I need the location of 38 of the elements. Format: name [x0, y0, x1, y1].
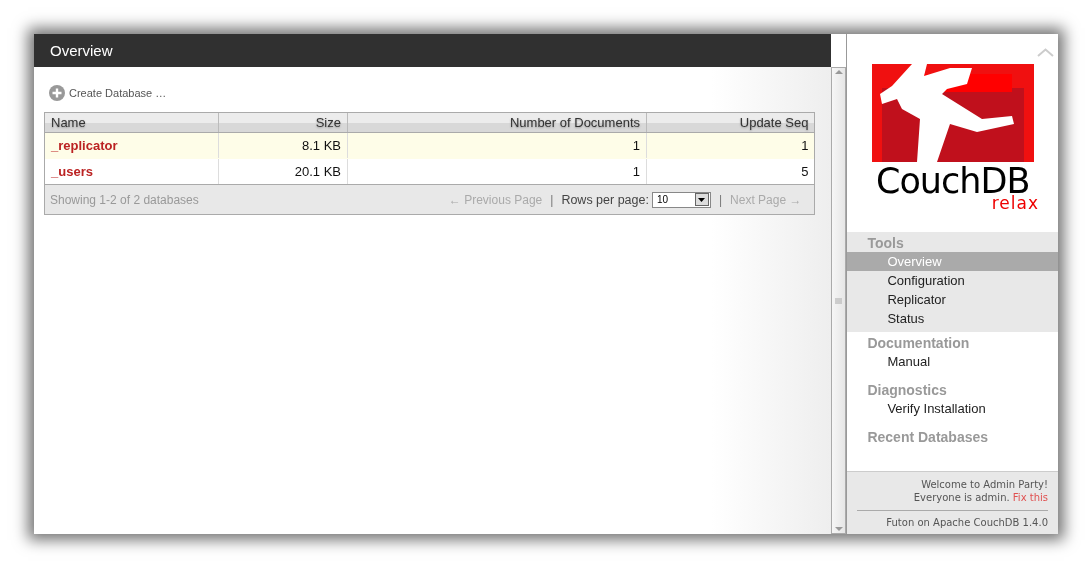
nav-item[interactable]: Status: [847, 309, 1058, 328]
table-cell: 1: [646, 133, 815, 158]
version-text: Futon on Apache CouchDB 1.4.0: [885, 516, 1048, 529]
section-title: Recent Databases: [866, 429, 990, 446]
page-title: Overview: [50, 42, 113, 59]
scrollbar[interactable]: [831, 67, 847, 534]
nav-item[interactable]: Manual: [847, 352, 1058, 371]
section-title: Documentation: [866, 335, 971, 352]
column-header[interactable]: Update Seq: [646, 113, 815, 132]
welcome-message: Welcome to Admin Party! Everyone is admin. Fix this: [912, 478, 1048, 504]
table-cell: 5: [646, 159, 815, 184]
separator-text: |: [550, 192, 554, 207]
rows-per-page-label: Rows per page:: [561, 192, 649, 207]
table-cell: 20.1 KB: [218, 159, 347, 184]
grip-icon: [835, 297, 843, 304]
chevron-up-icon[interactable]: [1037, 48, 1054, 57]
column-header[interactable]: Number of Documents: [347, 113, 646, 132]
table-cell: 8.1 KB: [218, 133, 347, 158]
nav-item[interactable]: Verify Installation: [847, 399, 1058, 418]
rows-per-page-select[interactable]: 10: [651, 191, 711, 208]
section-title: Tools: [866, 235, 905, 252]
database-link[interactable]: _users: [51, 164, 93, 179]
dropdown-arrow-icon: [698, 197, 706, 202]
create-database-button[interactable]: Create Database …: [49, 85, 167, 101]
column-header[interactable]: Size: [218, 113, 347, 132]
summary-text: Showing 1-2 of 2 databases: [50, 192, 199, 207]
scroll-up-icon: [834, 68, 843, 76]
nav-item[interactable]: Replicator: [847, 290, 1058, 309]
scroll-down-icon: [834, 525, 843, 533]
table-cell: 1: [347, 133, 646, 158]
logo-tagline: relax: [991, 195, 1039, 212]
database-link[interactable]: _replicator: [51, 138, 118, 153]
column-header[interactable]: Name: [45, 113, 218, 132]
section-title: Diagnostics: [866, 382, 948, 399]
table-cell: 1: [347, 159, 646, 184]
nav-item[interactable]: Configuration: [847, 271, 1058, 290]
plus-icon: [49, 85, 65, 101]
separator-text: |: [718, 192, 723, 207]
